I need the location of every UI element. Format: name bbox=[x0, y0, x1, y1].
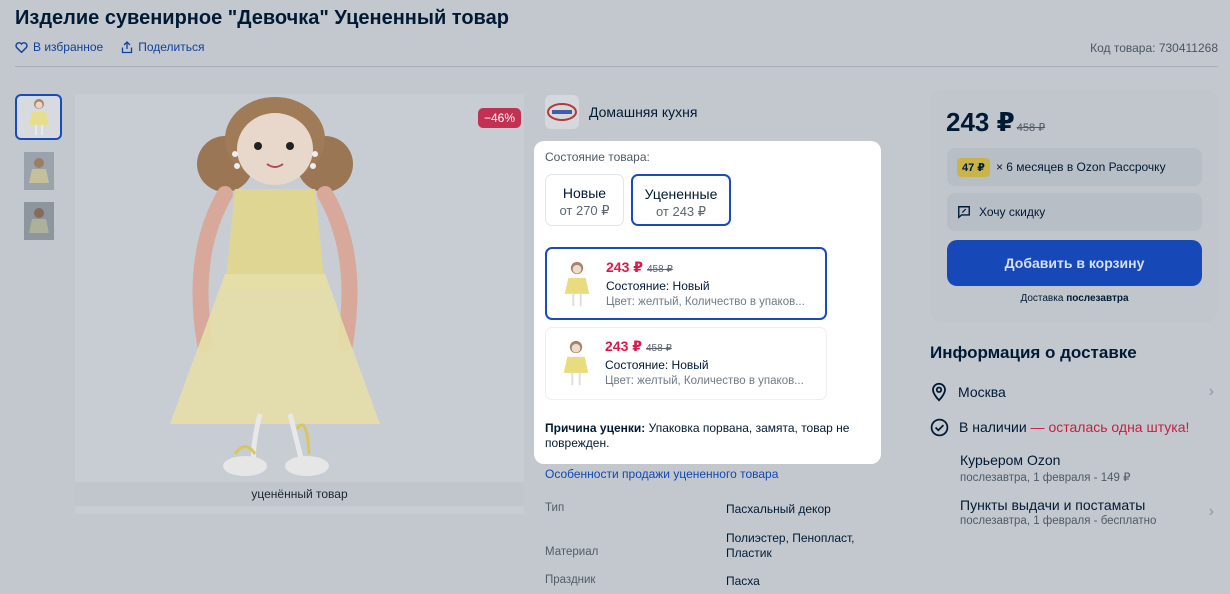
installment-pill[interactable]: 47 ₽ × 6 месяцев в Ozon Рассрочку bbox=[947, 148, 1202, 186]
offer-color: Цвет: желтый, Количество в упаков... bbox=[605, 375, 804, 387]
share-button[interactable]: Поделиться bbox=[121, 40, 205, 54]
stock-status: В наличии — осталась одна штука! bbox=[959, 419, 1190, 435]
option-subtitle: от 243 ₽ bbox=[655, 204, 707, 219]
spec-value: Полиэстер, Пенопласт, Пластик bbox=[726, 531, 855, 560]
pickup-title: Пункты выдачи и постаматы bbox=[960, 497, 1146, 513]
offer-old-price: 458 ₽ bbox=[647, 264, 673, 275]
discount-request-pill[interactable]: Хочу скидку bbox=[947, 193, 1202, 231]
chevron-right-icon: › bbox=[1208, 383, 1214, 400]
gallery-thumbnail-3[interactable] bbox=[15, 198, 62, 244]
add-to-cart-button[interactable]: Добавить в корзину bbox=[947, 240, 1202, 286]
doll-package-icon bbox=[23, 152, 54, 190]
installment-text: × 6 месяцев в Ozon Рассрочку bbox=[995, 160, 1166, 174]
offer-old-price: 458 ₽ bbox=[646, 343, 672, 354]
courier-title: Курьером Ozon bbox=[960, 452, 1061, 468]
installment-tag: 47 ₽ bbox=[957, 157, 990, 177]
pickup-option[interactable]: Пункты выдачи и постаматы послезавтра, 1… bbox=[960, 497, 1218, 527]
doll-image bbox=[170, 97, 380, 476]
product-code: Код товара: 730411268 bbox=[1090, 41, 1218, 55]
stock-warning: — осталась одна штука! bbox=[1026, 419, 1190, 435]
offer-price: 243 ₽458 ₽ bbox=[606, 259, 673, 275]
header-actions: В избранное Поделиться bbox=[15, 40, 205, 54]
delivery-city: Москва bbox=[958, 384, 1006, 400]
markdown-label: уценённый товар bbox=[75, 482, 524, 506]
check-circle-icon bbox=[930, 418, 949, 436]
doll-thumb-icon bbox=[564, 261, 590, 307]
markdown-sale-link[interactable]: Особенности продажи уцененного товара bbox=[545, 467, 778, 481]
condition-popup: Состояние товара: Новые от 270 ₽ Уцененн… bbox=[534, 141, 881, 464]
condition-option-new[interactable]: Новые от 270 ₽ bbox=[545, 174, 624, 226]
heart-icon bbox=[15, 42, 28, 53]
pickup-subtitle: послезавтра, 1 февраля - бесплатно bbox=[960, 515, 1157, 527]
spec-key: Праздник bbox=[545, 574, 596, 586]
seller-block[interactable]: Домашняя кухня bbox=[545, 95, 697, 129]
option-subtitle: от 270 ₽ bbox=[559, 203, 610, 218]
courier-subtitle: послезавтра, 1 февраля - 149 ₽ bbox=[960, 472, 1131, 484]
favorite-label: В избранное bbox=[33, 40, 104, 54]
buybox-price: 243 ₽458 ₽ bbox=[946, 107, 1046, 137]
delivery-date-note: Доставка послезавтра bbox=[1020, 293, 1129, 304]
gallery-thumbnail-2[interactable] bbox=[15, 148, 62, 194]
stock-row: В наличии — осталась одна штука! bbox=[930, 415, 1218, 439]
doll-thumb-icon bbox=[28, 99, 49, 135]
seller-logo-icon bbox=[545, 95, 579, 129]
chevron-right-icon: › bbox=[1208, 503, 1214, 520]
option-title: Новые bbox=[562, 185, 607, 201]
doll-thumb-icon bbox=[563, 340, 589, 386]
markdown-reason: Причина уценки: Упаковка порвана, замята… bbox=[545, 421, 850, 450]
offer-price: 243 ₽458 ₽ bbox=[605, 338, 672, 354]
spec-key: Материал bbox=[545, 546, 599, 558]
favorite-button[interactable]: В избранное bbox=[15, 40, 103, 54]
offer-card-2[interactable]: 243 ₽458 ₽ Состояние: Новый Цвет: желтый… bbox=[545, 327, 827, 400]
seller-name: Домашняя кухня bbox=[589, 104, 698, 120]
doll-package-back-icon bbox=[23, 202, 54, 240]
buybox-old-price: 458 ₽ bbox=[1016, 122, 1046, 134]
product-main-image[interactable] bbox=[75, 94, 524, 514]
share-icon bbox=[122, 40, 133, 53]
spec-value: Пасхальный декор bbox=[726, 502, 831, 516]
condition-label: Состояние товара: bbox=[545, 150, 650, 164]
spec-key: Тип bbox=[545, 502, 565, 514]
share-label: Поделиться bbox=[138, 40, 205, 54]
discount-request-label: Хочу скидку bbox=[979, 205, 1046, 219]
spec-value: Пасха bbox=[726, 574, 760, 588]
offer-card-1[interactable]: 243 ₽458 ₽ Состояние: Новый Цвет: желтый… bbox=[545, 247, 827, 320]
option-title: Уцененные bbox=[644, 186, 718, 202]
delivery-city-row[interactable]: Москва › bbox=[930, 380, 1218, 404]
offer-condition: Состояние: Новый bbox=[606, 279, 710, 293]
page-title: Изделие сувенирное "Девочка" Уцененный т… bbox=[15, 7, 509, 29]
header-divider bbox=[15, 66, 1218, 67]
offer-color: Цвет: желтый, Количество в упаков... bbox=[606, 296, 805, 308]
gallery-thumbnail-1[interactable] bbox=[15, 94, 62, 140]
delivery-info-title: Информация о доставке bbox=[930, 343, 1137, 362]
discount-badge: −46% bbox=[478, 108, 522, 128]
offer-condition: Состояние: Новый bbox=[605, 358, 709, 372]
chat-discount-icon bbox=[958, 206, 970, 219]
location-pin-icon bbox=[932, 382, 946, 402]
courier-option[interactable]: Курьером Ozon послезавтра, 1 февраля - 1… bbox=[960, 452, 1130, 484]
condition-option-discounted[interactable]: Уцененные от 243 ₽ bbox=[631, 174, 731, 226]
